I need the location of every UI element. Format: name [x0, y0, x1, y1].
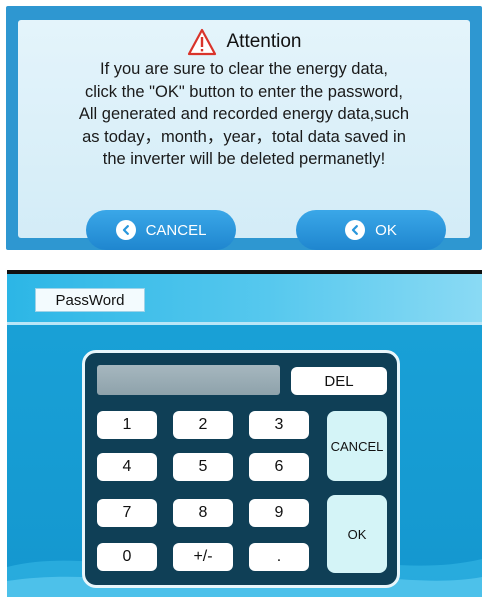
keypad-cancel-button[interactable]: CANCEL — [327, 411, 387, 481]
delete-key[interactable]: DEL — [291, 367, 387, 395]
ok-button[interactable]: OK — [296, 210, 446, 250]
keypad: DEL 1 2 3 4 5 6 7 8 9 0 +/- . CANCEL OK — [82, 350, 400, 588]
dialog-header: Attention — [18, 28, 470, 56]
key-6[interactable]: 6 — [249, 453, 309, 481]
key-0[interactable]: 0 — [97, 543, 157, 571]
message-line: All generated and recorded energy data,s… — [78, 105, 410, 124]
dialog-panel: Attention If you are sure to clear the e… — [18, 20, 470, 250]
key-decimal[interactable]: . — [249, 543, 309, 571]
key-4[interactable]: 4 — [97, 453, 157, 481]
dialog-title: Attention — [226, 31, 302, 52]
key-2[interactable]: 2 — [173, 411, 233, 439]
key-sign[interactable]: +/- — [173, 543, 233, 571]
password-screen: PassWord DEL 1 2 3 4 5 6 7 8 9 0 +/- . C… — [7, 270, 482, 597]
warning-triangle-icon — [187, 28, 216, 56]
page-title: PassWord — [35, 288, 145, 312]
key-8[interactable]: 8 — [173, 499, 233, 527]
ok-button-label: OK — [375, 221, 397, 239]
back-arrow-icon — [345, 220, 366, 240]
back-arrow-icon — [115, 220, 136, 240]
cancel-button-label: CANCEL — [145, 221, 207, 239]
password-input[interactable] — [97, 365, 280, 395]
key-1[interactable]: 1 — [97, 411, 157, 439]
key-9[interactable]: 9 — [249, 499, 309, 527]
header-divider — [7, 322, 482, 325]
dialog-message: If you are sure to clear the energy data… — [28, 58, 460, 171]
message-line: as today，month，year，total data saved in — [82, 127, 406, 146]
key-5[interactable]: 5 — [173, 453, 233, 481]
message-line: If you are sure to clear the energy data… — [99, 60, 388, 78]
message-line: the inverter will be deleted permanetly! — [102, 150, 386, 169]
message-line: click the "OK" button to enter the passw… — [84, 82, 404, 101]
attention-dialog: Attention If you are sure to clear the e… — [6, 6, 482, 250]
key-7[interactable]: 7 — [97, 499, 157, 527]
key-3[interactable]: 3 — [249, 411, 309, 439]
cancel-button[interactable]: CANCEL — [86, 210, 236, 250]
keypad-ok-button[interactable]: OK — [327, 495, 387, 573]
